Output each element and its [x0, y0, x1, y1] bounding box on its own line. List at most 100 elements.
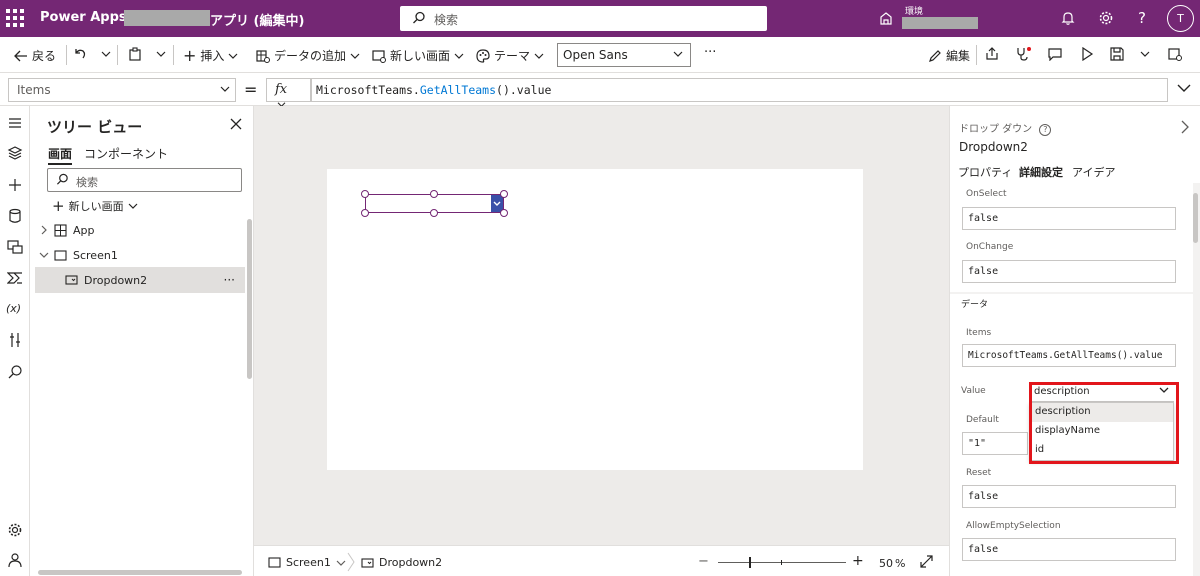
control-type-label: ドロップ ダウン [959, 124, 1033, 135]
help-icon[interactable]: ? [1039, 124, 1052, 136]
pencil-icon [929, 49, 941, 62]
tree-scrollbar[interactable] [247, 219, 252, 379]
resize-handle-top-left[interactable] [361, 190, 369, 198]
new-screen-button[interactable]: + 新しい画面 [52, 198, 138, 214]
back-label: 戻る [32, 49, 57, 63]
items-label: Items [966, 328, 992, 338]
tab-components[interactable]: コンポーネント [84, 145, 168, 162]
tree-search-input[interactable]: 検索 [47, 168, 242, 192]
breadcrumb-dropdown2[interactable]: Dropdown2 [361, 556, 442, 569]
tree-search-placeholder: 検索 [76, 176, 98, 189]
global-search-input[interactable]: 検索 [400, 6, 767, 31]
insert-plus-icon[interactable] [7, 177, 23, 193]
preview-play-icon[interactable] [1080, 47, 1094, 61]
allowemptyselection-label: AllowEmptySelection [966, 521, 1061, 531]
property-select[interactable]: Items [8, 78, 236, 102]
settings-gear-icon[interactable] [7, 522, 23, 538]
app-launcher-icon[interactable] [6, 9, 24, 27]
resize-handle-top[interactable] [430, 190, 438, 198]
tree-view-layers-icon[interactable] [7, 145, 23, 161]
close-icon[interactable] [230, 118, 242, 130]
breadcrumb-label: Screen1 [286, 556, 331, 569]
breadcrumb-separator-icon [347, 552, 355, 572]
fx-icon: fx [275, 82, 288, 97]
theme-button[interactable]: テーマ [476, 47, 544, 64]
tab-screens[interactable]: 画面 [48, 145, 73, 165]
insert-label: 挿入 [200, 49, 225, 63]
property-value: Items [17, 83, 51, 97]
add-data-button[interactable]: データの追加 [256, 47, 360, 64]
notification-bell-icon[interactable] [1060, 10, 1076, 26]
user-avatar[interactable]: T [1167, 5, 1194, 32]
zoom-slider-thumb[interactable] [749, 557, 751, 568]
paste-icon[interactable] [128, 47, 142, 61]
zoom-in-button[interactable]: + [852, 553, 864, 569]
save-menu-chevron-icon[interactable] [1140, 50, 1150, 58]
advanced-tools-icon[interactable] [7, 332, 23, 348]
breadcrumb-screen1[interactable]: Screen1 [268, 556, 346, 569]
more-commands-button[interactable]: ··· [704, 45, 716, 60]
default-label: Default [966, 415, 999, 425]
resize-handle-bottom-right[interactable] [500, 209, 508, 217]
chevron-right-icon[interactable] [1180, 120, 1190, 134]
tree-item-screen1[interactable]: Screen1 [35, 242, 245, 268]
advanced-properties-list: OnSelect false OnChange false データ Items … [950, 183, 1200, 576]
hamburger-menu-icon[interactable] [7, 115, 23, 131]
publish-icon[interactable] [1168, 47, 1182, 61]
items-input[interactable]: MicrosoftTeams.GetAllTeams().value [962, 344, 1176, 367]
environment-icon[interactable] [878, 10, 894, 26]
data-cylinder-icon[interactable] [7, 208, 23, 224]
app-checker-stethoscope-icon[interactable] [1016, 47, 1032, 61]
expand-formula-chevron-icon[interactable] [1176, 81, 1192, 95]
resize-handle-top-right[interactable] [500, 190, 508, 198]
search-placeholder: 検索 [434, 13, 459, 27]
fit-to-window-icon[interactable] [920, 555, 933, 568]
undo-menu-chevron-icon[interactable] [101, 50, 111, 58]
tab-properties[interactable]: プロパティ [958, 164, 1012, 180]
tree-horizontal-scrollbar[interactable] [38, 570, 242, 575]
formula-function: GetAllTeams [419, 83, 497, 97]
search-icon [413, 11, 425, 24]
new-screen-label: 新しい画面 [390, 49, 451, 63]
resize-handle-bottom[interactable] [430, 209, 438, 217]
variables-icon[interactable]: (x) [6, 302, 22, 318]
comments-icon[interactable] [1048, 47, 1062, 61]
power-automate-icon[interactable] [7, 270, 23, 286]
divider [976, 45, 977, 65]
allowemptyselection-input[interactable]: false [962, 538, 1176, 561]
reset-input[interactable]: false [962, 485, 1176, 508]
app-screen-canvas[interactable] [327, 169, 863, 470]
screen-icon [268, 557, 281, 568]
media-icon[interactable] [7, 239, 23, 255]
paste-menu-chevron-icon[interactable] [156, 50, 166, 58]
save-icon[interactable] [1110, 47, 1124, 61]
onselect-input[interactable]: false [962, 207, 1176, 230]
back-button[interactable]: 戻る [14, 47, 56, 64]
formula-input[interactable]: MicrosoftTeams.GetAllTeams().value [311, 78, 1168, 102]
search-icon[interactable] [7, 364, 23, 380]
more-options-button[interactable]: ··· [224, 273, 235, 287]
tree-item-app[interactable]: App [35, 217, 245, 243]
tab-ideas[interactable]: アイデア [1072, 164, 1115, 180]
help-icon[interactable]: ? [1138, 9, 1146, 27]
fx-button[interactable]: fx [266, 78, 311, 107]
chevron-down-icon [128, 203, 138, 209]
chevron-down-icon [220, 86, 230, 92]
undo-icon[interactable] [73, 47, 87, 61]
virtual-agent-icon[interactable] [7, 552, 23, 568]
settings-gear-icon[interactable] [1098, 10, 1114, 26]
share-icon[interactable] [985, 47, 999, 61]
default-input[interactable]: "1" [962, 432, 1028, 455]
onchange-input[interactable]: false [962, 260, 1176, 283]
redacted-app-name [124, 10, 210, 26]
zoom-out-button[interactable]: − [698, 554, 709, 569]
font-family-select[interactable]: Open Sans [557, 43, 691, 67]
tree-item-dropdown2[interactable]: Dropdown2 ··· [35, 267, 245, 293]
resize-handle-bottom-left[interactable] [361, 209, 369, 217]
zoom-slider[interactable] [718, 557, 846, 568]
properties-scrollbar[interactable] [1193, 193, 1198, 243]
edit-button[interactable]: 編集 [928, 47, 970, 64]
new-screen-button[interactable]: 新しい画面 [372, 47, 464, 64]
insert-button[interactable]: + 挿入 [183, 47, 238, 64]
data-section-header: データ [961, 300, 989, 310]
